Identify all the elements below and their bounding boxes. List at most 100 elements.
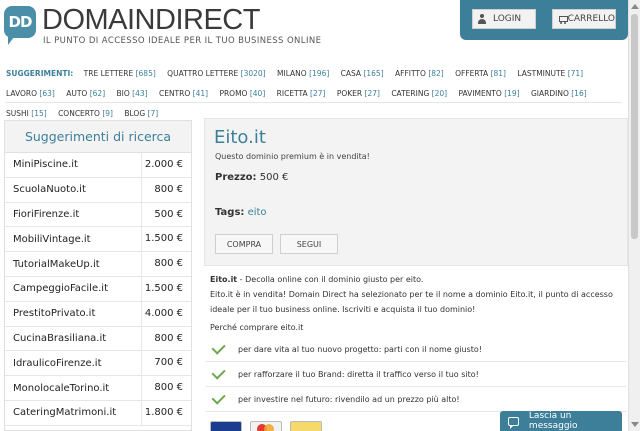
- suggestion-domain-price: 4.000 €: [141, 301, 191, 326]
- buy-button[interactable]: COMPRA: [215, 234, 273, 254]
- suggestion-tag-count: [19]: [504, 89, 520, 98]
- suggestion-tag-name: MILANO: [277, 69, 307, 78]
- header: DD DOMAINDIRECT IL PUNTO DI ACCESSO IDEA…: [0, 0, 628, 60]
- suggestion-domain-name[interactable]: MiniPiscine.it: [5, 159, 141, 170]
- suggestions-label: SUGGERIMENTI:: [6, 69, 74, 78]
- suggestion-tag-name: PAVIMENTO: [458, 89, 502, 98]
- suggestion-tag[interactable]: BIO [43]: [117, 89, 148, 98]
- suggestion-row[interactable]: MonolocaleTorino.it 800 €: [5, 376, 191, 401]
- check-icon: [211, 365, 226, 380]
- suggestion-tag[interactable]: AFFITTO [82]: [395, 69, 444, 78]
- suggestion-tag[interactable]: CATERING [20]: [391, 89, 447, 98]
- suggestion-domain-name[interactable]: PrestitoPrivato.it: [5, 308, 141, 319]
- suggestions-bar: SUGGERIMENTI: TRE LETTERE [685] QUATTRO …: [6, 64, 622, 124]
- suggestion-tag[interactable]: GIARDINO [16]: [531, 89, 587, 98]
- suggestion-row[interactable]: CucinaBrasiliana.it 800 €: [5, 326, 191, 352]
- suggestion-domain-name[interactable]: TutorialMakeUp.it: [5, 259, 141, 270]
- suggestion-domain-name[interactable]: CucinaBrasiliana.it: [5, 333, 141, 344]
- suggestion-domain-name[interactable]: CampeggioFacile.it: [5, 283, 141, 294]
- suggestion-tag[interactable]: LASTMINUTE [71]: [517, 69, 583, 78]
- chat-button[interactable]: Lascia un messaggio: [500, 411, 622, 431]
- scrollbar[interactable]: [628, 0, 640, 431]
- suggestion-tag-name: BLOG: [124, 109, 146, 118]
- description: Eito.it - Decolla online con il dominio …: [210, 272, 622, 317]
- follow-button[interactable]: SEGUI: [280, 234, 338, 254]
- tags-row: Tags: eito: [215, 207, 267, 218]
- suggestion-row[interactable]: FioriFirenze.it 500 €: [5, 202, 191, 228]
- suggestion-domain-name[interactable]: MonolocaleTorino.it: [5, 383, 141, 394]
- suggestion-row[interactable]: PrestitoPrivato.it 4.000 €: [5, 301, 191, 327]
- suggestion-tag[interactable]: MILANO [196]: [277, 69, 329, 78]
- description-body: Eito.it è in vendita! Domain Direct ha s…: [210, 290, 613, 314]
- logo-badge[interactable]: DD: [4, 6, 36, 45]
- suggestion-tag[interactable]: POKER [27]: [337, 89, 380, 98]
- suggestion-domain-name[interactable]: ScuolaNuoto.it: [5, 184, 141, 195]
- scroll-up-icon[interactable]: [631, 4, 639, 9]
- login-label: LOGIN: [493, 14, 522, 24]
- suggestion-tag-count: [165]: [363, 69, 384, 78]
- suggestion-tag-count: [82]: [428, 69, 444, 78]
- suggestion-row[interactable]: TutorialMakeUp.it 800 €: [5, 252, 191, 277]
- suggestion-tag-count: [27]: [310, 89, 326, 98]
- suggestion-tag-count: [27]: [364, 89, 380, 98]
- cart-button[interactable]: CARRELLO: [552, 9, 616, 29]
- suggestion-tag-name: CASA: [340, 69, 362, 78]
- reason-text: per rafforzare il tuo Brand: diretta il …: [238, 369, 479, 379]
- user-icon: [477, 14, 487, 24]
- suggestion-tag[interactable]: QUATTRO LETTERE [3020]: [167, 69, 265, 78]
- tag-link[interactable]: eito: [248, 207, 267, 218]
- domain-panel: Eito.it Questo dominio premium è in vend…: [204, 118, 628, 266]
- reasons-list: per dare vita al tuo nuovo progetto: par…: [206, 337, 626, 412]
- suggestion-tag-count: [71]: [567, 69, 584, 78]
- domain-subtitle: Questo dominio premium è in vendita!: [215, 152, 370, 161]
- suggestion-tag-name: AUTO: [66, 89, 88, 98]
- suggestion-tag[interactable]: CASA [165]: [341, 69, 384, 78]
- suggestion-tag[interactable]: CENTRO [41]: [159, 89, 208, 98]
- suggestion-tag-name: QUATTRO LETTERE: [167, 69, 239, 78]
- reason-item: per rafforzare il tuo Brand: diretta il …: [206, 362, 626, 387]
- suggestion-domain-name[interactable]: MobiliVintage.it: [5, 234, 141, 245]
- suggestion-domain-name[interactable]: IdraulicoFirenze.it: [5, 358, 141, 369]
- suggestion-tag-name: CONCERTO: [58, 109, 100, 118]
- suggestion-tag-count: [196]: [309, 69, 330, 78]
- login-button[interactable]: LOGIN: [472, 9, 536, 29]
- suggestion-tag[interactable]: PROMO [40]: [219, 89, 265, 98]
- suggestion-domain-name[interactable]: CateringMatrimoni.it: [5, 407, 141, 418]
- suggestion-tag[interactable]: LAVORO [63]: [6, 89, 55, 98]
- suggestion-tag-name: SUSHI: [6, 109, 29, 118]
- tags-label: Tags:: [215, 207, 245, 218]
- cart-icon: [557, 14, 568, 24]
- suggestion-tag-name: CATERING: [391, 89, 430, 98]
- suggestion-tag-count: [9]: [102, 109, 113, 118]
- suggestion-domain-name[interactable]: FioriFirenze.it: [5, 209, 141, 220]
- suggestion-tag[interactable]: SUSHI [15]: [6, 109, 47, 118]
- suggestion-row[interactable]: CateringMatrimoni.it 1.800 €: [5, 400, 191, 426]
- check-icon: [211, 390, 226, 405]
- suggestion-row[interactable]: MobiliVintage.it 1.500 €: [5, 227, 191, 253]
- suggestion-tag[interactable]: RICETTA [27]: [277, 89, 326, 98]
- logo-name[interactable]: DOMAINDIRECT: [42, 4, 260, 37]
- search-suggestions-panel: Suggerimenti di ricerca MiniPiscine.it 2.…: [4, 120, 192, 431]
- suggestion-tag-name: GIARDINO: [530, 89, 569, 98]
- scroll-down-icon[interactable]: [631, 422, 639, 427]
- suggestion-domain-price: 500 €: [141, 202, 191, 227]
- suggestion-row[interactable]: ScuolaNuoto.it 800 €: [5, 177, 191, 203]
- suggestion-tag-count: [3020]: [240, 69, 266, 78]
- scrollbar-thumb[interactable]: [631, 14, 638, 239]
- suggestion-tag[interactable]: CONCERTO [9]: [58, 109, 113, 118]
- paypal-icon: [290, 421, 322, 431]
- suggestion-tag-name: OFFERTA: [455, 69, 489, 78]
- suggestion-row[interactable]: MiniPiscine.it 2.000 €: [5, 153, 191, 178]
- chat-label: Lascia un messaggio: [528, 411, 578, 431]
- suggestion-tag-count: [63]: [39, 89, 55, 98]
- description-lead-bold: Eito.it: [210, 275, 238, 284]
- reason-text: per investire nel futuro: rivendilo ad u…: [238, 394, 460, 404]
- suggestion-tag[interactable]: OFFERTA [81]: [455, 69, 506, 78]
- suggestion-tag[interactable]: BLOG [7]: [124, 109, 158, 118]
- suggestion-row[interactable]: CampeggioFacile.it 1.500 €: [5, 276, 191, 302]
- suggestion-tag[interactable]: AUTO [62]: [66, 89, 105, 98]
- suggestion-tag-name: TRE LETTERE: [83, 69, 134, 78]
- suggestion-row[interactable]: IdraulicoFirenze.it 700 €: [5, 351, 191, 377]
- suggestion-tag[interactable]: TRE LETTERE [685]: [84, 69, 156, 78]
- suggestion-tag[interactable]: PAVIMENTO [19]: [458, 89, 519, 98]
